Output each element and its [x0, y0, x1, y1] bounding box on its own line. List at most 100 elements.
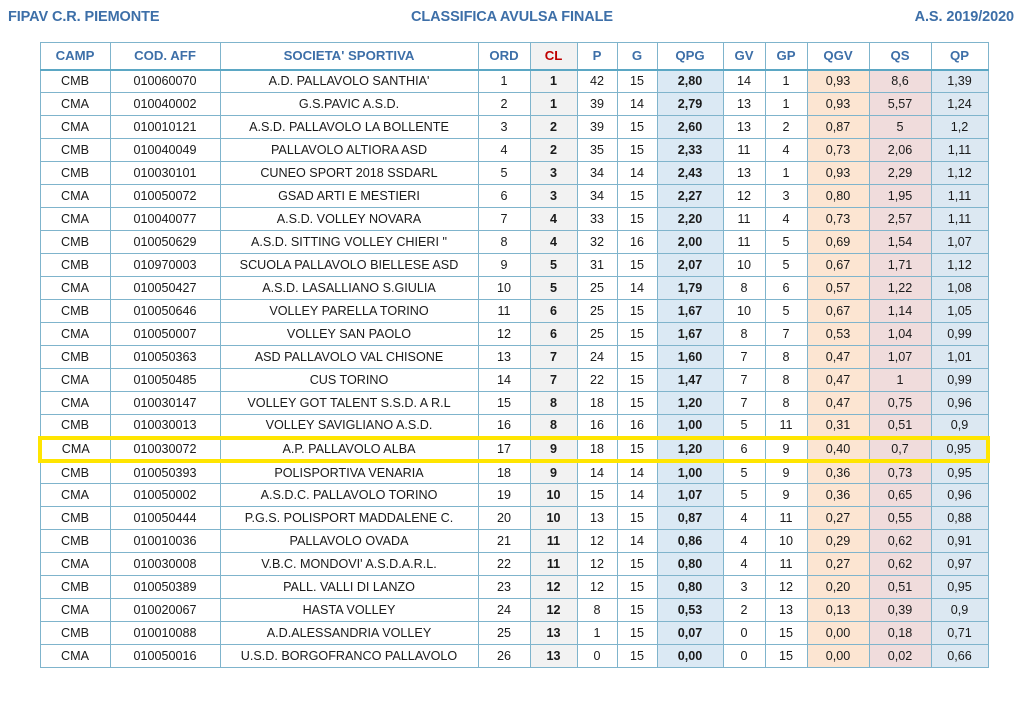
column-header-qs[interactable]: QS [868, 42, 932, 71]
table-row[interactable]: CMA 010020067 HASTA VOLLEY 24 12 8 15 0,53 2 13 0,… [39, 598, 989, 622]
cell-qgv: 0,53 [806, 322, 870, 346]
table-row[interactable]: CMA 010050016 U.S.D. BORGOFRANCO PALLAVOLO… [39, 644, 989, 668]
cell-cl: 13 [529, 621, 578, 645]
cell-qp: 1,39 [930, 69, 989, 93]
cell-gp: 1 [764, 69, 808, 93]
table-row[interactable]: CMA 010040002 G.S.PAVIC A.S.D. 2 1 39 14 2,79 13… [39, 92, 989, 116]
column-header-cl[interactable]: CL [529, 42, 578, 71]
cell-g: 14 [616, 483, 658, 507]
table-row[interactable]: CMB 010010088 A.D.ALESSANDRIA VOLLEY 25 13 1 1… [39, 621, 989, 645]
cell-qp: 1,11 [930, 207, 989, 231]
table-row[interactable]: CMB 010040049 PALLAVOLO ALTIORA ASD 4 2 35 15 2… [39, 138, 989, 162]
page-title: CLASSIFICA AVULSA FINALE [411, 9, 613, 25]
cell-soc: VOLLEY GOT TALENT S.S.D. A R.L [219, 391, 479, 415]
table-row[interactable]: CMA 010050485 CUS TORINO 14 7 22 15 1,47 7 8 0,47 1… [39, 368, 989, 392]
cell-p: 39 [576, 115, 618, 139]
column-header-camp[interactable]: CAMP [39, 42, 111, 71]
table-row[interactable]: CMA 010010121 A.S.D. PALLAVOLO LA BOLLENTE… [39, 115, 989, 139]
cell-qpg: 1,67 [656, 322, 724, 346]
page-header: FIPAV C.R. PIEMONTE CLASSIFICA AVULSA FI… [0, 0, 1024, 34]
column-header-qp[interactable]: QP [930, 42, 989, 71]
cell-qp: 0,71 [930, 621, 989, 645]
cell-gp: 12 [764, 575, 808, 599]
cell-camp: CMA [39, 483, 111, 507]
cell-camp: CMA [39, 115, 111, 139]
cell-soc: POLISPORTIVA VENARIA [219, 460, 479, 484]
cell-soc: A.S.D. LASALLIANO S.GIULIA [219, 276, 479, 300]
cell-g: 14 [616, 92, 658, 116]
cell-g: 15 [616, 552, 658, 576]
cell-gv: 10 [722, 253, 766, 277]
table-row[interactable]: CMB 010030013 VOLLEY SAVIGLIANO A.S.D. 16 8 1… [39, 414, 989, 438]
cell-p: 14 [576, 460, 618, 484]
cell-cod: 010030072 [109, 435, 221, 463]
column-header-cod[interactable]: COD. AFF [109, 42, 221, 71]
cell-cod: 010050002 [109, 483, 221, 507]
cell-qp: 0,9 [930, 598, 989, 622]
table-header-row: CAMP COD. AFF SOCIETA' SPORTIVA ORD CL P G QPG G… [39, 42, 989, 71]
table-row[interactable]: CMB 010050393 POLISPORTIVA VENARIA 18 9 14 14 1… [39, 460, 989, 484]
cell-qp: 1,11 [930, 138, 989, 162]
standings-table-container: CAMP COD. AFF SOCIETA' SPORTIVA ORD CL P G QPG G… [38, 42, 990, 668]
table-row[interactable]: CMB 010050646 VOLLEY PARELLA TORINO 11 6 25 15… [39, 299, 989, 323]
cell-ord: 3 [477, 115, 531, 139]
table-row[interactable]: CMA 010050072 GSAD ARTI E MESTIERI 6 3 34 15 2,… [39, 184, 989, 208]
table-row[interactable]: CMB 010050363 ASD PALLAVOLO VAL CHISONE 13 7… [39, 345, 989, 369]
cell-soc: VOLLEY SAN PAOLO [219, 322, 479, 346]
cell-p: 8 [576, 598, 618, 622]
cell-camp: CMA [39, 391, 111, 415]
cell-qgv: 0,47 [806, 368, 870, 392]
table-row[interactable]: CMA 010050002 A.S.D.C. PALLAVOLO TORINO 19 1… [39, 483, 989, 507]
column-header-gv[interactable]: GV [722, 42, 766, 71]
cell-qp: 1,07 [930, 230, 989, 254]
column-header-qgv[interactable]: QGV [806, 42, 870, 71]
cell-qgv: 0,27 [806, 506, 870, 530]
table-body: CMB 010060070 A.D. PALLAVOLO SANTHIA' 1 1 42 1… [38, 69, 990, 668]
table-row[interactable]: CMB 010970003 SCUOLA PALLAVOLO BIELLESE AS… [39, 253, 989, 277]
cell-p: 24 [576, 345, 618, 369]
table-row[interactable]: CMB 010030101 CUNEO SPORT 2018 SSDARL 5 3 34 1… [39, 161, 989, 185]
cell-gp: 4 [764, 207, 808, 231]
cell-ord: 21 [477, 529, 531, 553]
table-row[interactable]: CMA 010050007 VOLLEY SAN PAOLO 12 6 25 15 1,67 8… [39, 322, 989, 346]
table-row[interactable]: CMA 010030008 V.B.C. MONDOVI' A.S.D.A.R.L.… [39, 552, 989, 576]
table-row[interactable]: CMB 010050389 PALL. VALLI DI LANZO 23 12 12 15… [39, 575, 989, 599]
cell-gp: 5 [764, 299, 808, 323]
cell-camp: CMA [39, 276, 111, 300]
column-header-gp[interactable]: GP [764, 42, 808, 71]
cell-camp: CMB [39, 299, 111, 323]
cell-cod: 010010088 [109, 621, 221, 645]
cell-qp: 0,95 [930, 435, 990, 463]
column-header-ord[interactable]: ORD [477, 42, 531, 71]
cell-qp: 1,12 [930, 253, 989, 277]
cell-qpg: 0,80 [656, 575, 724, 599]
table-row[interactable]: CMB 010010036 PALLAVOLO OVADA 21 11 12 14 0,86 4… [39, 529, 989, 553]
cell-soc: CUNEO SPORT 2018 SSDARL [219, 161, 479, 185]
cell-gv: 13 [722, 92, 766, 116]
cell-qpg: 2,80 [656, 69, 724, 93]
column-header-soc[interactable]: SOCIETA' SPORTIVA [219, 42, 479, 71]
table-row[interactable]: CMA 010030072 A.P. PALLAVOLO ALBA 17 9 18 15 1,… [38, 435, 990, 463]
table-row[interactable]: CMB 010050629 A.S.D. SITTING VOLLEY CHIERI… [39, 230, 989, 254]
cell-cod: 010060070 [109, 69, 221, 93]
cell-gp: 6 [764, 276, 808, 300]
column-header-g[interactable]: G [616, 42, 658, 71]
column-header-qpg[interactable]: QPG [656, 42, 724, 71]
cell-qs: 0,55 [868, 506, 932, 530]
table-row[interactable]: CMA 010030147 VOLLEY GOT TALENT S.S.D. A R… [39, 391, 989, 415]
cell-cl: 6 [529, 322, 578, 346]
table-row[interactable]: CMA 010040077 A.S.D. VOLLEY NOVARA 7 4 33 15 2,… [39, 207, 989, 231]
table-row[interactable]: CMB 010050444 P.G.S. POLISPORT MADDALENE C… [39, 506, 989, 530]
column-header-p[interactable]: P [576, 42, 618, 71]
table-row[interactable]: CMA 010050427 A.S.D. LASALLIANO S.GIULIA 10… [39, 276, 989, 300]
cell-g: 16 [616, 414, 658, 438]
cell-camp: CMA [38, 435, 111, 463]
cell-qgv: 0,80 [806, 184, 870, 208]
cell-g: 15 [616, 575, 658, 599]
cell-qpg: 2,07 [656, 253, 724, 277]
cell-camp: CMA [39, 92, 111, 116]
table-row[interactable]: CMB 010060070 A.D. PALLAVOLO SANTHIA' 1 1 42 1… [39, 69, 989, 93]
cell-qpg: 1,07 [656, 483, 724, 507]
cell-qs: 1 [868, 368, 932, 392]
cell-qs: 0,39 [868, 598, 932, 622]
